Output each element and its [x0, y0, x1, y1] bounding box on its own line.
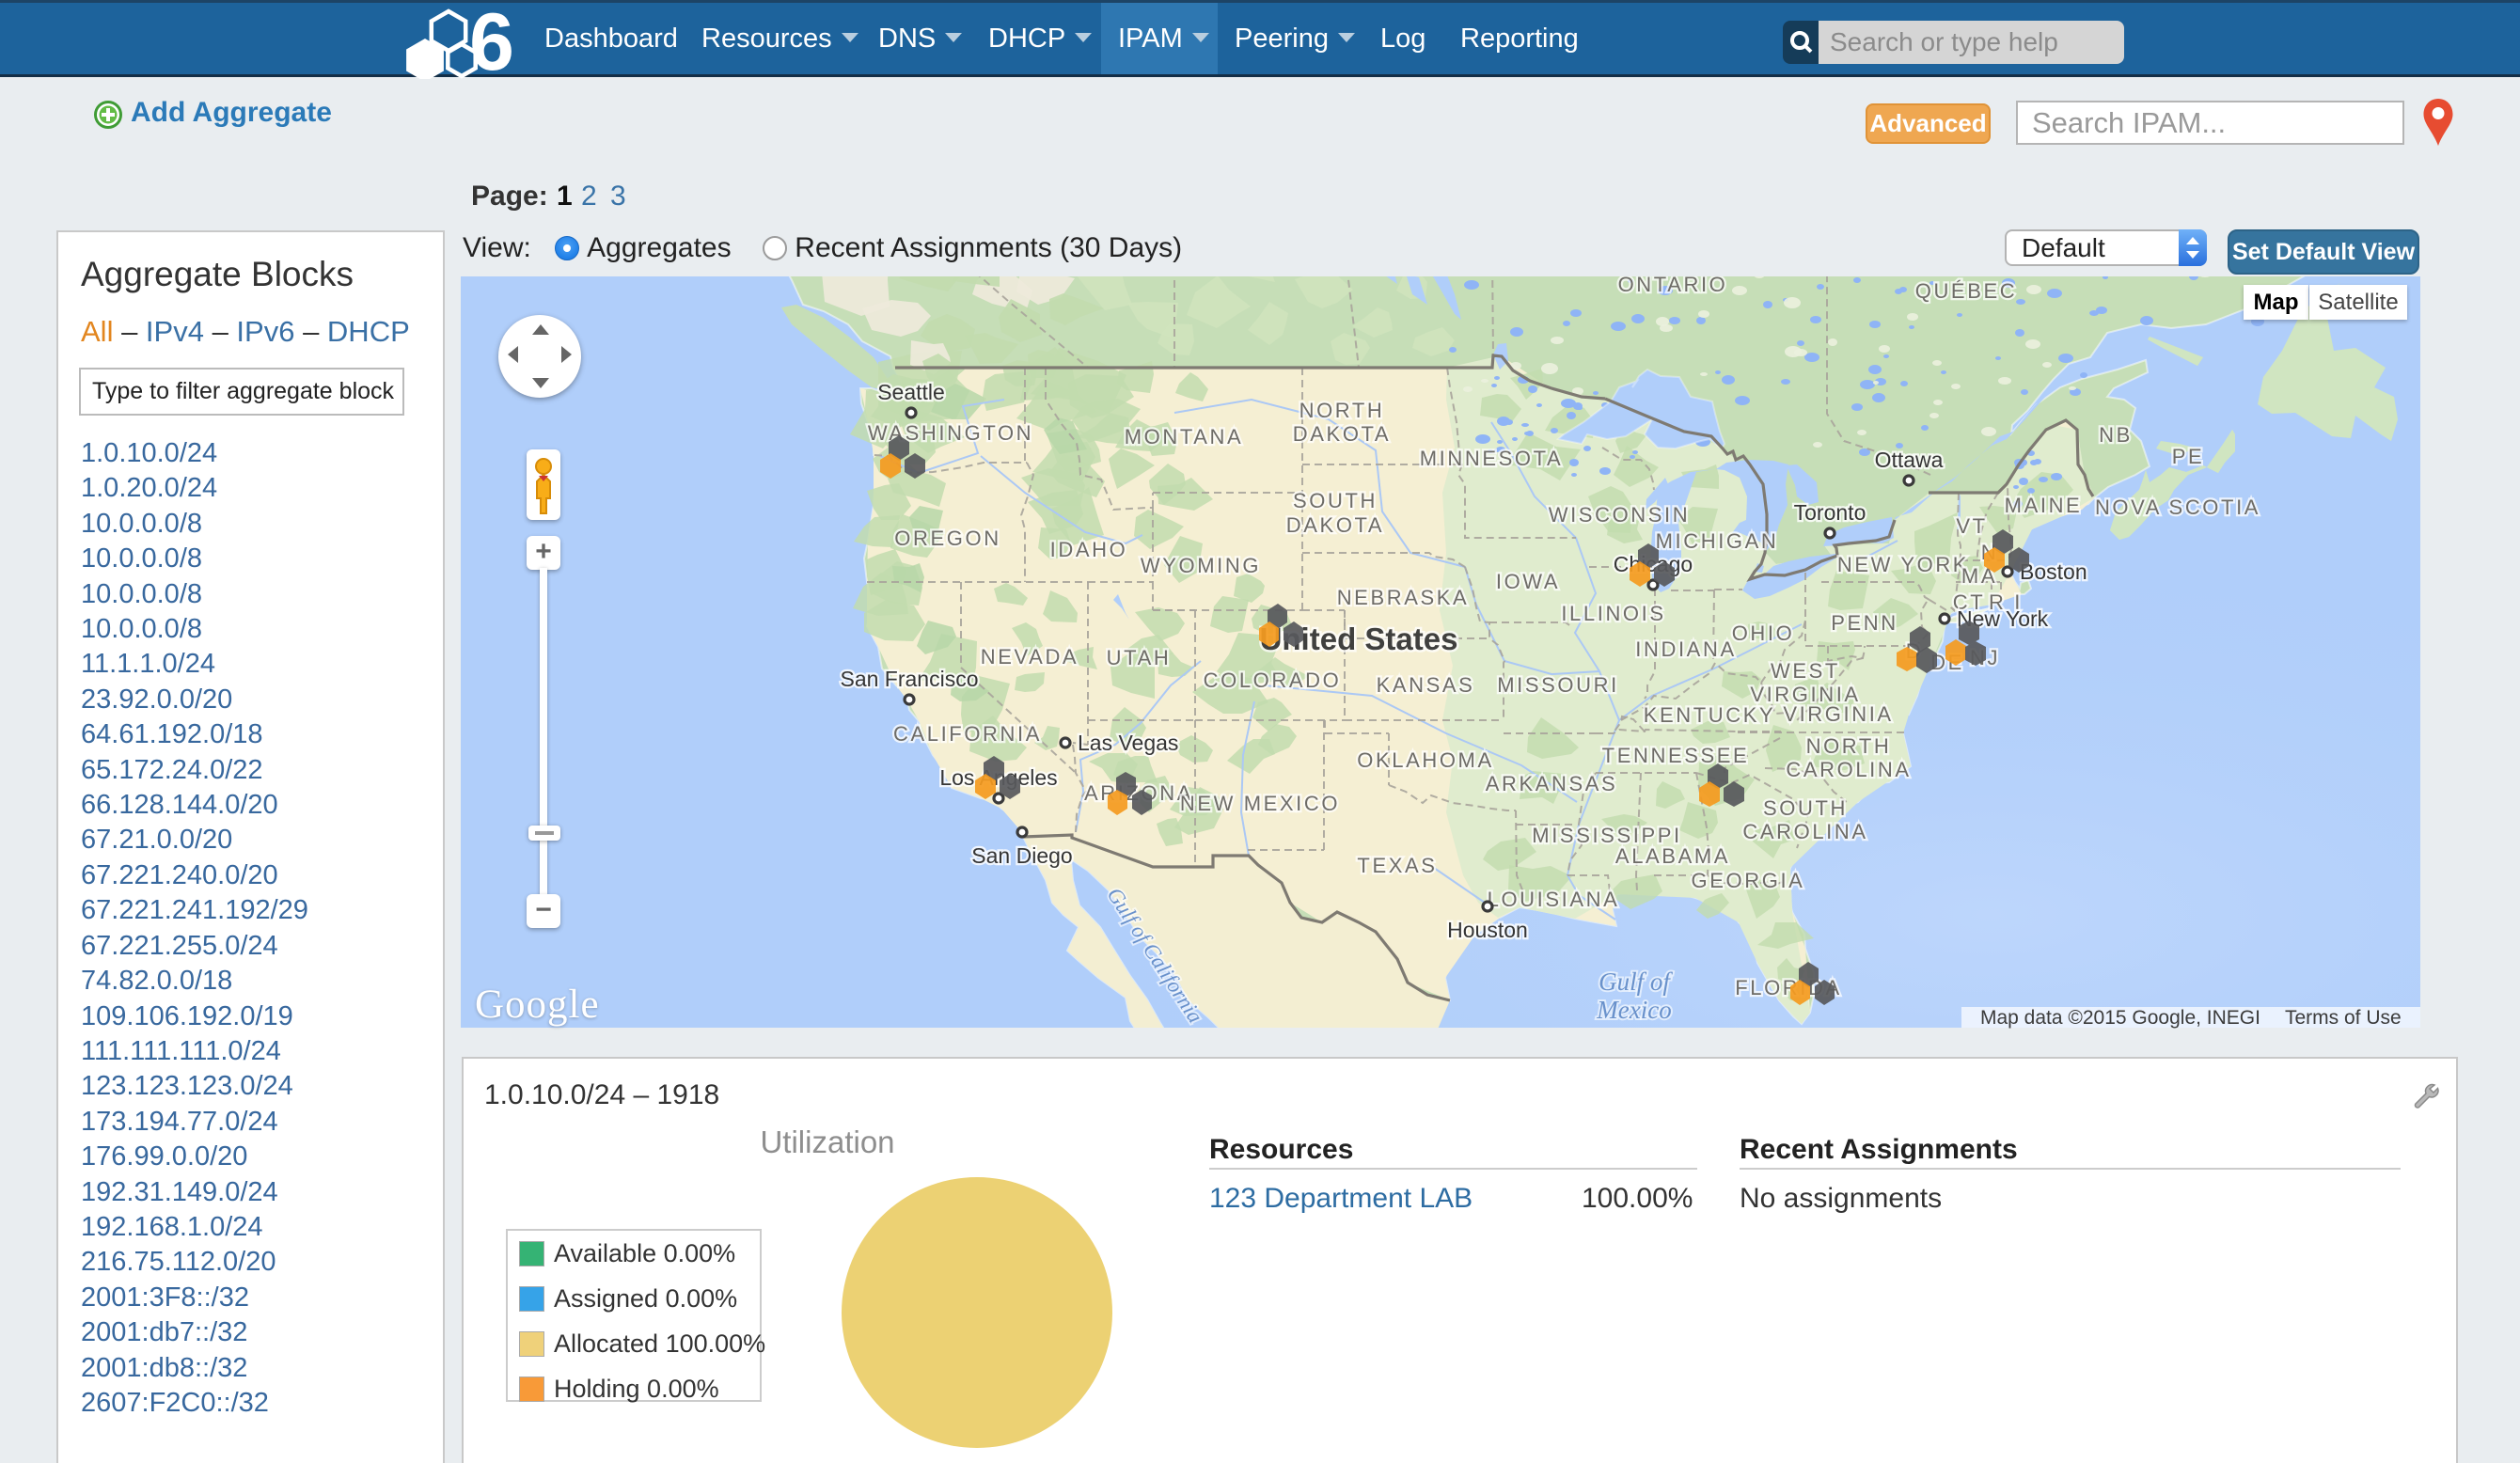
svg-text:WISCONSIN: WISCONSIN: [1549, 503, 1691, 527]
svg-text:MICHIGAN: MICHIGAN: [1656, 529, 1779, 553]
svg-text:KANSAS: KANSAS: [1377, 673, 1475, 697]
svg-text:ARKANSAS: ARKANSAS: [1486, 772, 1618, 795]
svg-text:MONTANA: MONTANA: [1125, 425, 1244, 448]
svg-text:UTAH: UTAH: [1107, 646, 1172, 669]
svg-text:DAKOTA: DAKOTA: [1293, 422, 1391, 446]
svg-text:PE: PE: [2172, 445, 2205, 468]
svg-text:ONTARIO: ONTARIO: [1618, 276, 1728, 296]
svg-text:MISSOURI: MISSOURI: [1497, 673, 1619, 697]
svg-text:CAROLINA: CAROLINA: [1786, 758, 1911, 781]
svg-text:GEORGIA: GEORGIA: [1692, 869, 1805, 892]
svg-text:Houston: Houston: [1447, 918, 1528, 942]
svg-text:Seattle: Seattle: [877, 380, 945, 404]
svg-text:San Francisco: San Francisco: [840, 667, 978, 691]
svg-text:SOUTH: SOUTH: [1293, 489, 1378, 512]
svg-text:Boston: Boston: [2020, 559, 2087, 584]
svg-text:ALABAMA: ALABAMA: [1615, 844, 1730, 868]
svg-text:NEW MEXICO: NEW MEXICO: [1180, 792, 1340, 815]
svg-text:NOVA SCOTIA: NOVA SCOTIA: [2095, 496, 2260, 519]
svg-text:NORTH: NORTH: [1299, 399, 1385, 422]
svg-text:OREGON: OREGON: [894, 527, 1000, 550]
svg-text:OHIO: OHIO: [1732, 621, 1795, 645]
svg-text:PENN: PENN: [1831, 611, 1898, 635]
svg-text:COLORADO: COLORADO: [1204, 669, 1342, 692]
svg-text:CALIFORNIA: CALIFORNIA: [893, 722, 1042, 746]
svg-text:WEST: WEST: [1771, 659, 1840, 683]
svg-text:QUÉBEC: QUÉBEC: [1915, 279, 2018, 303]
svg-text:KENTUCKY: KENTUCKY: [1644, 703, 1776, 727]
svg-text:Las Vegas: Las Vegas: [1078, 731, 1178, 755]
svg-text:Gulf of: Gulf of: [1599, 967, 1673, 996]
svg-text:VT: VT: [1956, 514, 1987, 538]
svg-text:LOUISIANA: LOUISIANA: [1488, 888, 1620, 911]
svg-text:WYOMING: WYOMING: [1141, 554, 1261, 577]
svg-text:DAKOTA: DAKOTA: [1286, 513, 1384, 537]
svg-text:IOWA: IOWA: [1496, 570, 1560, 593]
svg-text:Toronto: Toronto: [1794, 500, 1866, 525]
svg-text:IDAHO: IDAHO: [1050, 538, 1128, 561]
svg-text:TENNESSEE: TENNESSEE: [1602, 744, 1750, 767]
svg-text:NEW YORK: NEW YORK: [1837, 553, 1969, 576]
svg-text:NEVADA: NEVADA: [981, 645, 1079, 669]
svg-text:SOUTH: SOUTH: [1763, 796, 1848, 820]
svg-text:MINNESOTA: MINNESOTA: [1420, 447, 1564, 470]
svg-text:NEBRASKA: NEBRASKA: [1337, 586, 1470, 609]
svg-text:NB: NB: [2099, 423, 2133, 447]
svg-text:OKLAHOMA: OKLAHOMA: [1357, 748, 1494, 772]
svg-text:San Diego: San Diego: [971, 843, 1072, 868]
svg-text:ILLINOIS: ILLINOIS: [1561, 602, 1665, 625]
svg-text:TEXAS: TEXAS: [1357, 854, 1437, 877]
svg-text:CAROLINA: CAROLINA: [1742, 820, 1867, 843]
svg-text:Ottawa: Ottawa: [1875, 448, 1944, 472]
svg-text:VIRGINIA: VIRGINIA: [1750, 683, 1860, 706]
svg-text:NORTH: NORTH: [1806, 734, 1892, 758]
svg-text:6: 6: [469, 5, 513, 79]
svg-text:Mexico: Mexico: [1596, 996, 1671, 1024]
svg-text:MAINE: MAINE: [2005, 494, 2083, 517]
svg-text:INDIANA: INDIANA: [1635, 637, 1736, 661]
